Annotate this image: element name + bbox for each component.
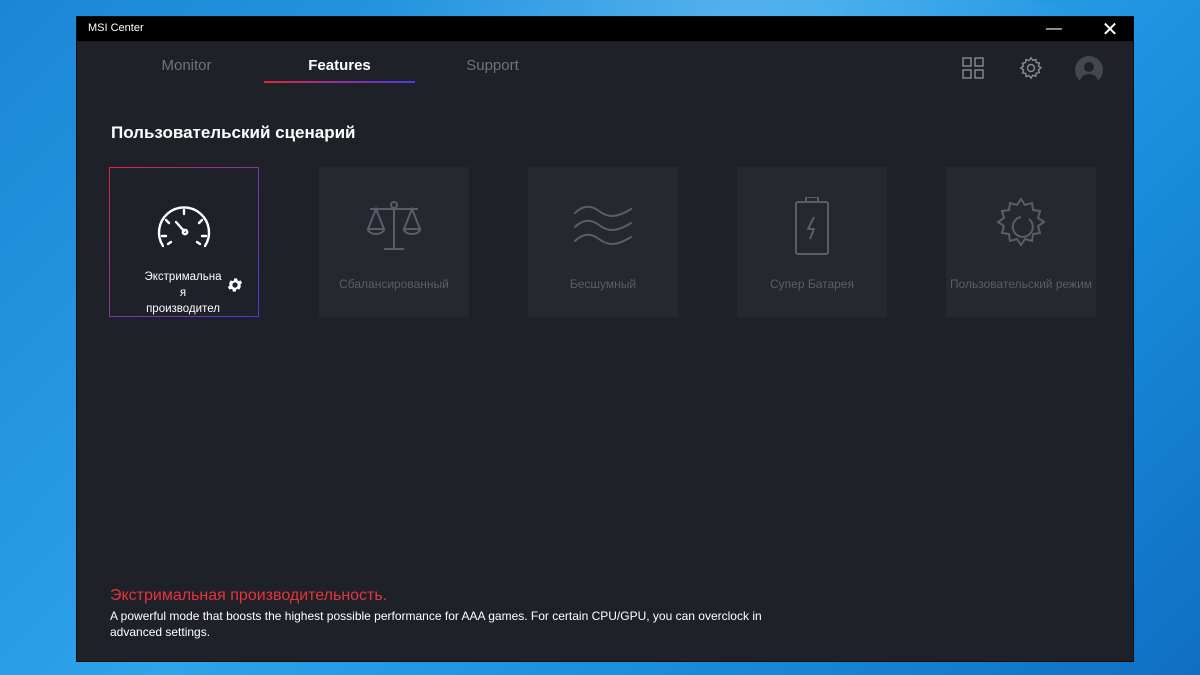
mode-settings-gear-icon[interactable]	[226, 276, 244, 294]
mode-card-super-battery[interactable]: Супер Батарея	[737, 167, 887, 317]
balance-scale-icon	[364, 197, 424, 257]
section-title: Пользовательский сценарий	[111, 123, 356, 142]
active-tab-indicator	[264, 81, 415, 83]
description-title: Экстримальная производительность.	[110, 587, 388, 604]
mode-card-extreme-performance[interactable]: Экстримальна я производител	[109, 167, 259, 317]
mode-card-custom[interactable]: Пользовательский режим	[946, 167, 1096, 317]
battery-icon	[782, 196, 842, 257]
mode-label-line: Экстримальна	[144, 271, 222, 283]
minimize-button[interactable]: —	[1031, 17, 1077, 41]
mode-label-balanced: Сбалансированный	[339, 277, 449, 291]
title-bar: MSI Center — ✕	[77, 17, 1133, 41]
window-title: MSI Center	[88, 22, 144, 34]
waves-icon	[573, 197, 633, 257]
settings-gear-icon[interactable]	[1019, 56, 1043, 80]
user-avatar-icon[interactable]	[1075, 56, 1103, 84]
close-button[interactable]: ✕	[1087, 17, 1133, 41]
tab-monitor[interactable]: Monitor	[111, 57, 262, 81]
mode-label-custom: Пользовательский режим	[949, 277, 1093, 291]
mode-label-super-battery: Супер Батарея	[769, 277, 854, 291]
mode-card-silent[interactable]: Бесшумный	[528, 167, 678, 317]
tab-features[interactable]: Features	[264, 57, 415, 81]
grid-icon[interactable]	[961, 56, 985, 80]
mode-label-line: производител	[146, 303, 220, 315]
custom-gear-icon	[991, 197, 1051, 257]
mode-label-line: я	[179, 287, 187, 299]
mode-label-silent: Бесшумный	[569, 277, 637, 291]
description-text: A powerful mode that boosts the highest …	[110, 609, 762, 639]
msi-center-window: MSI Center — ✕ Monitor Features Support …	[77, 17, 1133, 661]
mode-label-extreme: Экстримальна я производител	[138, 269, 228, 317]
mode-card-balanced[interactable]: Сбалансированный	[319, 167, 469, 317]
tab-support[interactable]: Support	[417, 57, 568, 81]
speedometer-icon	[154, 200, 214, 260]
